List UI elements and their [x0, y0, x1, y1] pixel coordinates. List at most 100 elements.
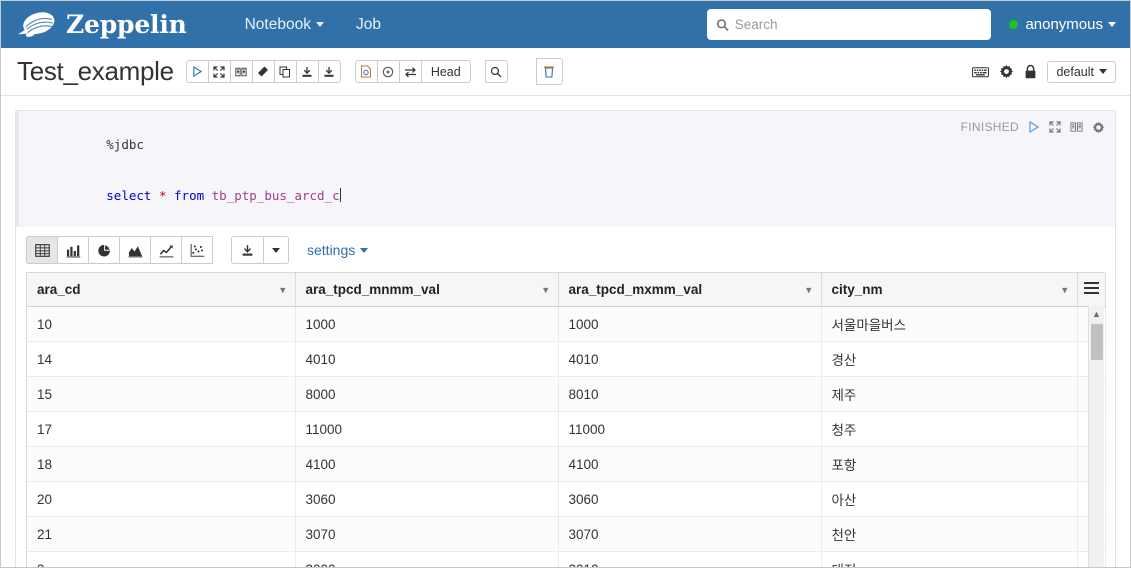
table-menu-button[interactable] — [1077, 273, 1106, 307]
chevron-down-icon — [315, 21, 324, 27]
table-header-row: ara_cd ▾ ara_tpcd_mnmm_val ▾ ara_tpcd_mx… — [27, 273, 1106, 307]
table-cell: 천안 — [821, 516, 1078, 552]
visualization-toolbar: settings — [16, 227, 1115, 272]
page-title[interactable]: Test_example — [17, 56, 174, 87]
search-code-group — [484, 60, 508, 83]
code-editor[interactable]: %jdbc select * from tb_ptp_bus_arcd_c FI… — [16, 111, 1115, 227]
column-label: ara_cd — [37, 282, 81, 297]
table-cell: 3 — [27, 551, 296, 567]
table-cell: 포항 — [821, 446, 1078, 482]
chevron-down-icon — [1099, 69, 1107, 74]
nav-item-notebook[interactable]: Notebook — [229, 10, 340, 40]
table-cell: 1000 — [558, 306, 822, 342]
column-header-ara-tpcd-mnmm-val[interactable]: ara_tpcd_mnmm_val ▾ — [295, 273, 559, 307]
table-cell: 3060 — [558, 481, 822, 517]
table-cell: 3070 — [295, 516, 559, 552]
table-cell: 서울마을버스 — [821, 306, 1078, 342]
pie-chart-icon — [97, 244, 110, 256]
export-note-button[interactable] — [295, 60, 319, 83]
clear-output-button[interactable] — [251, 60, 275, 83]
column-header-city-nm[interactable]: city_nm ▾ — [821, 273, 1078, 307]
note-settings-button[interactable] — [999, 64, 1014, 79]
run-all-paragraphs-button[interactable] — [185, 60, 209, 83]
import-note-button[interactable] — [317, 60, 341, 83]
line-chart-button[interactable] — [150, 236, 182, 264]
search-input[interactable] — [729, 16, 983, 33]
chart-settings-toggle[interactable]: settings — [307, 242, 369, 258]
status-badge: FINISHED — [960, 120, 1019, 134]
table-cell: 4100 — [558, 446, 822, 482]
scatter-chart-button[interactable] — [181, 236, 213, 264]
interpreter-magic: %jdbc — [106, 137, 144, 152]
paragraph: %jdbc select * from tb_ptp_bus_arcd_c FI… — [15, 110, 1116, 567]
search-box[interactable] — [707, 9, 992, 40]
chevron-down-icon — [1108, 22, 1116, 27]
keyboard-shortcuts-button[interactable] — [972, 66, 990, 78]
table-row[interactable]: 18 4100 4100 포항 — [27, 446, 1106, 482]
table-cell: 4010 — [295, 341, 559, 377]
table-row[interactable]: 21 3070 3070 천안 — [27, 516, 1106, 552]
table-cell: 20 — [27, 481, 296, 517]
collapse-paragraph-button[interactable] — [1049, 121, 1061, 133]
paragraph-settings-button[interactable] — [1092, 121, 1105, 134]
table-vertical-scrollbar[interactable]: ▲ ▼ — [1088, 306, 1104, 567]
play-icon — [1029, 121, 1040, 133]
table-row[interactable]: 15 8000 8010 제주 — [27, 376, 1106, 412]
download-data-button[interactable] — [231, 236, 264, 264]
commit-note-button[interactable] — [354, 60, 378, 83]
vertical-scrollbar-thumb[interactable] — [1091, 324, 1103, 360]
gear-icon — [1000, 64, 1014, 79]
note-version-group: Head — [354, 60, 471, 83]
table-row[interactable]: 20 3060 3060 아산 — [27, 481, 1106, 517]
table-icon — [34, 243, 50, 257]
delete-note-button[interactable] — [535, 58, 563, 85]
pie-chart-button[interactable] — [88, 236, 120, 264]
search-code-button[interactable] — [484, 60, 508, 83]
column-label: ara_tpcd_mxmm_val — [568, 282, 703, 297]
nav-item-notebook-label: Notebook — [244, 15, 311, 33]
download-icon — [302, 66, 312, 77]
interpreter-binding-dropdown[interactable]: default — [1047, 60, 1116, 83]
collapse-icon — [213, 65, 225, 78]
result-table-container: ara_cd ▾ ara_tpcd_mnmm_val ▾ ara_tpcd_mx… — [26, 272, 1106, 567]
clone-note-button[interactable] — [273, 60, 297, 83]
table-row[interactable]: 17 11000 11000 청주 — [27, 411, 1106, 447]
note-body: %jdbc select * from tb_ptp_bus_arcd_c FI… — [1, 96, 1130, 567]
area-chart-button[interactable] — [119, 236, 151, 264]
hide-all-output-button[interactable] — [207, 60, 231, 83]
note-permissions-button[interactable] — [1024, 64, 1037, 79]
top-navbar: Zeppelin Notebook Job anonymous — [1, 1, 1130, 48]
collapse-icon — [1049, 121, 1061, 133]
user-menu[interactable]: anonymous — [1009, 16, 1116, 33]
area-chart-icon — [128, 245, 142, 257]
chevron-up-icon[interactable]: ▲ — [1089, 306, 1104, 321]
table-row[interactable]: 10 1000 1000 서울마을버스 — [27, 306, 1106, 342]
chart-settings-label: settings — [307, 242, 356, 258]
hamburger-menu-icon — [1083, 279, 1099, 297]
table-cell: 15 — [27, 376, 296, 412]
show-editor-button[interactable] — [1070, 121, 1083, 133]
book-icon — [235, 67, 247, 76]
show-hide-code-button[interactable] — [229, 60, 253, 83]
copy-icon — [279, 66, 291, 77]
table-view-button[interactable] — [26, 236, 58, 264]
search-icon — [717, 18, 730, 31]
table-row[interactable]: 330003010대전 — [27, 551, 1106, 567]
keyboard-icon — [972, 66, 990, 77]
zeppelin-brand[interactable]: Zeppelin — [15, 10, 187, 40]
result-table-head: ara_cd ▾ ara_tpcd_mnmm_val ▾ ara_tpcd_mx… — [27, 273, 1106, 307]
bar-chart-button[interactable] — [57, 236, 89, 264]
table-row[interactable]: 14 4010 4010 경산 — [27, 341, 1106, 377]
note-revisions-button[interactable] — [376, 60, 400, 83]
download-alt-icon — [324, 66, 334, 77]
chevron-down-icon: ▾ — [279, 284, 286, 296]
run-paragraph-button[interactable] — [1028, 121, 1040, 133]
table-cell: 4100 — [295, 446, 559, 482]
nav-item-job[interactable]: Job — [340, 10, 397, 40]
table-cell: 4010 — [558, 341, 822, 377]
compare-revisions-button[interactable] — [398, 60, 422, 83]
column-header-ara-tpcd-mxmm-val[interactable]: ara_tpcd_mxmm_val ▾ — [558, 273, 822, 307]
column-header-ara-cd[interactable]: ara_cd ▾ — [27, 273, 296, 307]
head-revision-button[interactable]: Head — [420, 60, 471, 83]
download-format-dropdown[interactable] — [263, 236, 289, 264]
